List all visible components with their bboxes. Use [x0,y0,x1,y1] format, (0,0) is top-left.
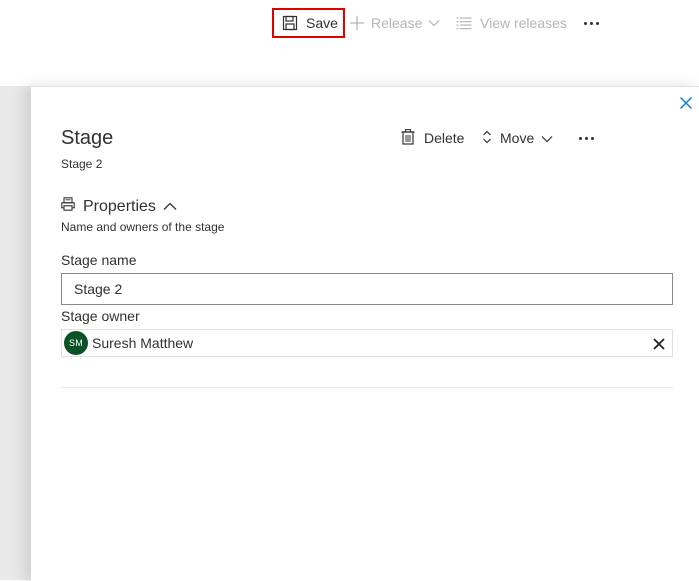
panel-title: Stage [61,127,114,149]
delete-label: Delete [424,130,465,146]
more-icon [578,136,594,140]
save-icon [282,15,298,31]
move-button[interactable]: Move [482,128,553,148]
panel-more-button[interactable] [577,128,595,148]
owner-name: Suresh Matthew [92,335,194,351]
plus-icon [349,15,365,31]
delete-button[interactable]: Delete [401,128,464,148]
view-releases-button[interactable]: View releases [456,8,567,38]
stage-name-input[interactable] [61,273,673,305]
save-button[interactable]: Save [272,8,345,38]
properties-description: Name and owners of the stage [61,220,225,234]
stage-panel: Stage Stage 2 Delete Move Properties Nam… [31,86,699,581]
trash-icon [401,128,415,148]
chevron-down-icon [428,19,440,27]
command-bar: Save Release View releases [0,0,699,86]
printer-icon [61,197,75,216]
chevron-down-icon [541,130,553,146]
chevron-up-icon [163,198,177,216]
stage-owner-label: Stage owner [61,308,140,324]
sort-icon [482,130,492,147]
stage-owner-picker[interactable]: SM Suresh Matthew [61,329,673,357]
release-button[interactable]: Release [349,8,440,38]
properties-section-toggle[interactable]: Properties [61,197,177,216]
move-label: Move [500,130,535,146]
panel-subtitle: Stage 2 [61,157,103,171]
save-label: Save [306,15,338,31]
view-releases-label: View releases [480,15,567,31]
close-icon[interactable] [679,96,693,110]
remove-owner-icon[interactable] [653,337,665,350]
more-icon [583,21,599,25]
owner-persona[interactable]: SM Suresh Matthew [64,331,193,355]
avatar: SM [64,331,88,355]
list-icon [456,16,472,30]
release-label: Release [371,15,423,31]
properties-title: Properties [83,197,156,215]
more-actions-button[interactable] [579,8,603,38]
stage-name-label: Stage name [61,252,137,268]
section-divider [61,387,673,388]
